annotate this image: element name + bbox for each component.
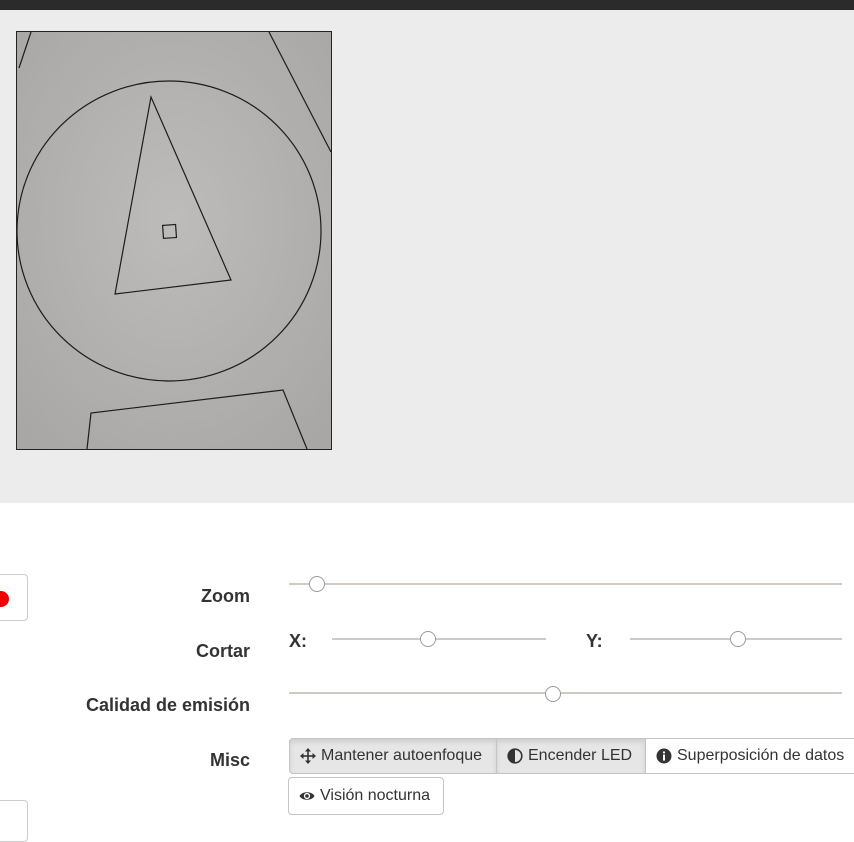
- led-label: Encender LED: [528, 747, 633, 764]
- crop-x-label: X:: [289, 631, 307, 651]
- night-vision-button[interactable]: Visión nocturna: [288, 777, 444, 815]
- partial-button[interactable]: [0, 800, 28, 842]
- crop-y-label: Y:: [586, 631, 603, 651]
- camera-stream-image: [16, 31, 332, 450]
- crop-label: Cortar: [195, 641, 250, 661]
- top-navbar: [0, 0, 854, 10]
- quality-slider-track[interactable]: [289, 692, 842, 694]
- misc-label: Misc: [209, 750, 250, 770]
- crop-x-slider-track[interactable]: [332, 638, 546, 640]
- night-vision-label: Visión nocturna: [320, 787, 430, 804]
- move-icon: [300, 748, 316, 764]
- quality-slider-handle[interactable]: [545, 686, 562, 702]
- data-overlay-label: Superposición de datos: [677, 747, 845, 764]
- record-dot-icon: [0, 591, 9, 607]
- zoom-label: Zoom: [201, 586, 250, 606]
- camera-preview-area: [0, 10, 854, 503]
- record-button[interactable]: [0, 574, 28, 621]
- led-button[interactable]: Encender LED: [496, 738, 646, 774]
- zoom-slider-handle[interactable]: [308, 576, 325, 592]
- crop-x-slider-handle[interactable]: [420, 631, 437, 647]
- keep-autofocus-button[interactable]: Mantener autoenfoque: [289, 738, 497, 774]
- zoom-slider-track[interactable]: [289, 583, 842, 585]
- quality-label: Calidad de emisión: [85, 695, 250, 715]
- contrast-icon: [507, 748, 523, 764]
- crop-y-slider-handle[interactable]: [730, 631, 747, 647]
- data-overlay-button[interactable]: Superposición de datos: [645, 738, 854, 774]
- keep-autofocus-label: Mantener autoenfoque: [321, 747, 483, 764]
- eye-icon: [299, 792, 315, 800]
- info-icon: [656, 748, 672, 764]
